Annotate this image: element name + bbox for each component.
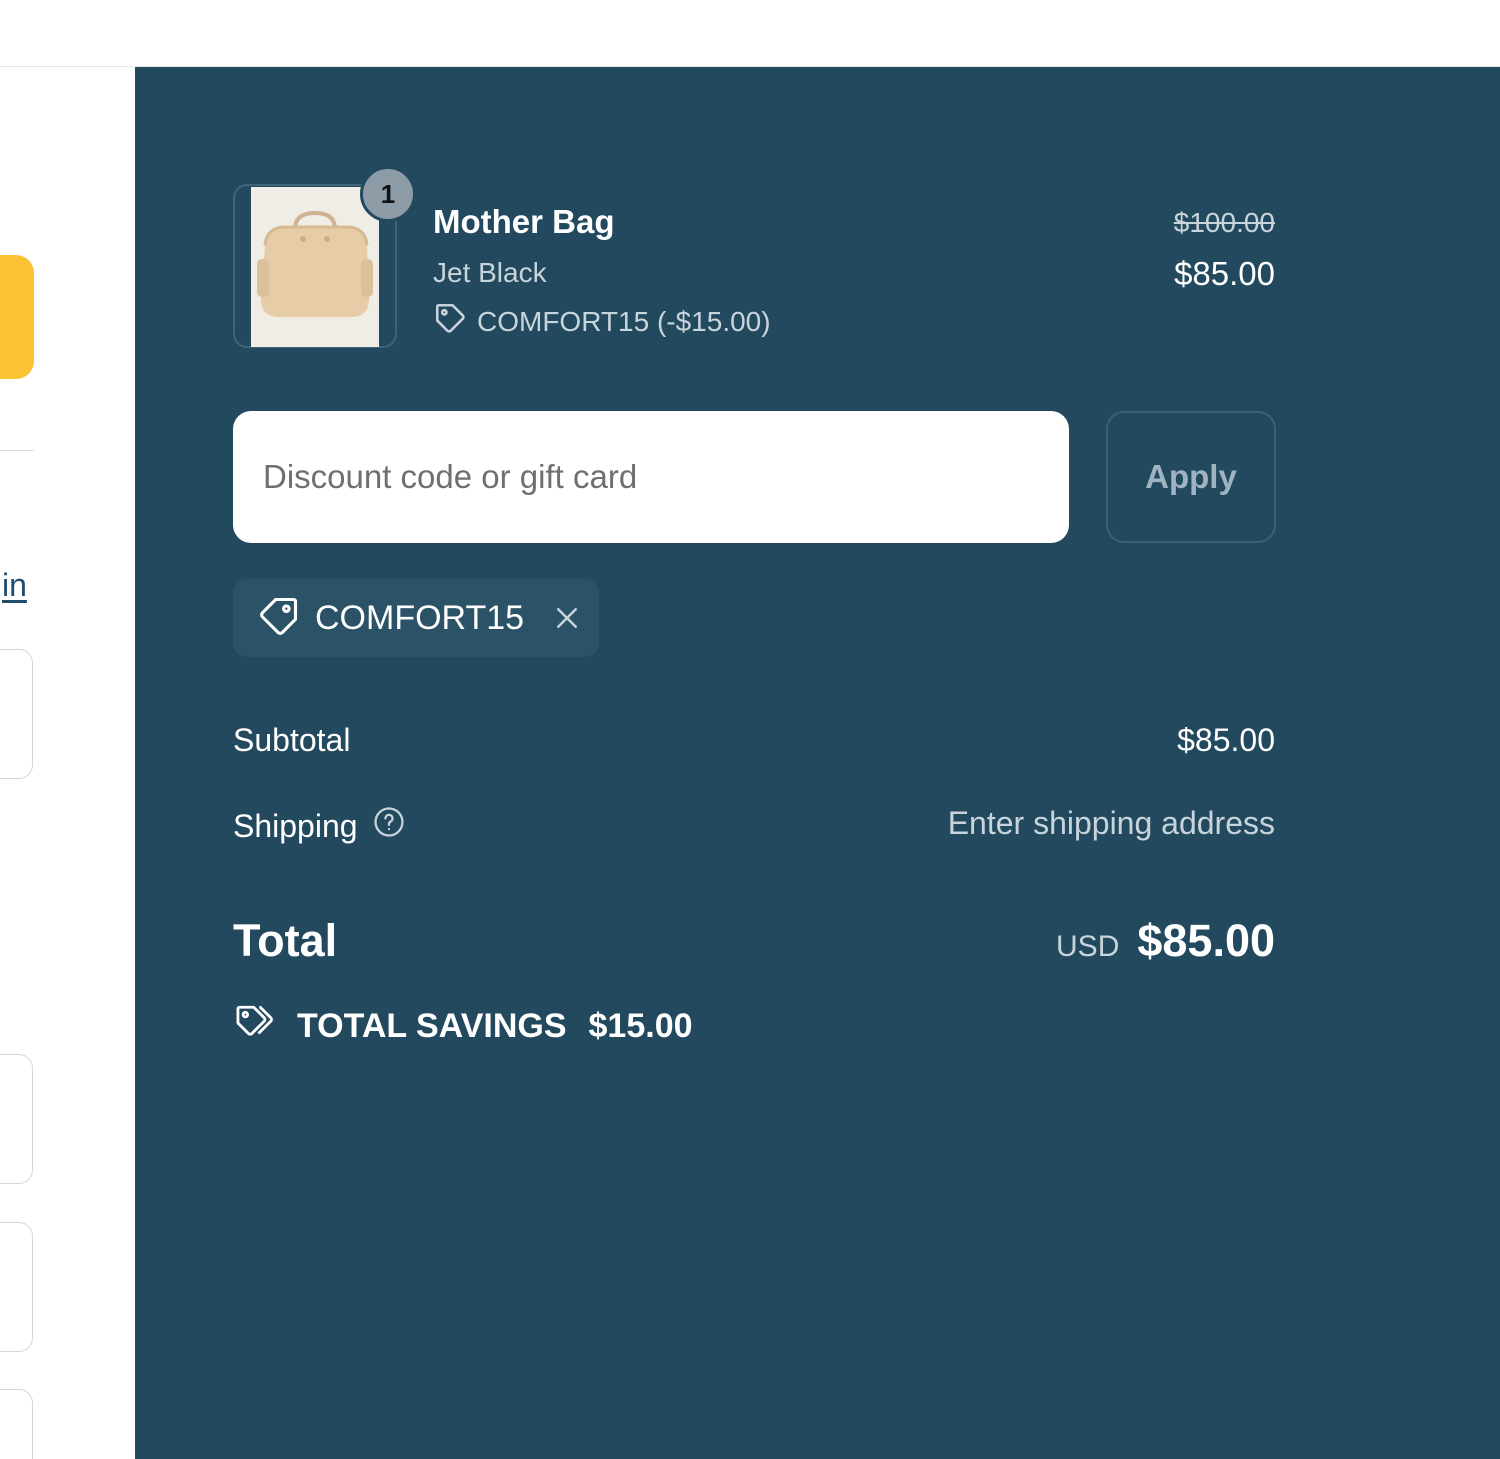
- tags-icon: [233, 1001, 279, 1052]
- express-checkout-button[interactable]: [0, 255, 34, 379]
- total-label: Total: [233, 915, 338, 966]
- login-link[interactable]: in: [2, 567, 27, 604]
- shipping-value: Enter shipping address: [947, 805, 1275, 841]
- top-bar: [0, 0, 1500, 67]
- total-value-group: USD $85.00: [1056, 915, 1275, 967]
- product-variant: Jet Black: [433, 257, 547, 288]
- divider: [0, 450, 34, 451]
- applied-discount-chip: COMFORT15: [233, 579, 599, 657]
- address-field-3[interactable]: [0, 1389, 33, 1459]
- subtotal-label: Subtotal: [233, 722, 351, 758]
- tote-bag-image: [251, 187, 379, 347]
- discount-code-input[interactable]: [233, 411, 1069, 543]
- savings-label: TOTAL SAVINGS: [297, 1007, 567, 1045]
- shipping-label: Shipping: [233, 807, 358, 844]
- address-field[interactable]: [0, 1054, 33, 1184]
- product-discount-text: COMFORT15 (-$15.00): [477, 305, 771, 337]
- quantity-badge: 1: [360, 166, 416, 222]
- currency-code: USD: [1056, 930, 1120, 963]
- tag-icon: [433, 301, 467, 342]
- shipping-row-label: Shipping: [233, 805, 406, 847]
- contact-field[interactable]: [0, 649, 33, 779]
- close-icon[interactable]: [552, 603, 582, 633]
- total-savings: TOTAL SAVINGS $15.00: [233, 1001, 693, 1052]
- subtotal-value: $85.00: [1177, 722, 1275, 758]
- savings-amount: $15.00: [588, 1007, 693, 1045]
- checkout-page: in 1 Mother Bag Jet Black COMFORT15 (-$1…: [0, 0, 1500, 1459]
- product-discount: COMFORT15 (-$15.00): [433, 301, 771, 342]
- tag-icon: [257, 594, 301, 643]
- address-field-2[interactable]: [0, 1222, 33, 1352]
- applied-code-label: COMFORT15: [315, 598, 525, 637]
- apply-button[interactable]: Apply: [1106, 411, 1276, 543]
- original-price: $100.00: [1173, 207, 1275, 238]
- order-summary: 1 Mother Bag Jet Black COMFORT15 (-$15.0…: [135, 67, 1500, 1459]
- product-price: $85.00: [1174, 255, 1275, 292]
- product-name: Mother Bag: [433, 203, 615, 240]
- help-icon[interactable]: [372, 805, 406, 847]
- left-pane: in: [0, 67, 135, 1459]
- total-amount: $85.00: [1137, 915, 1275, 966]
